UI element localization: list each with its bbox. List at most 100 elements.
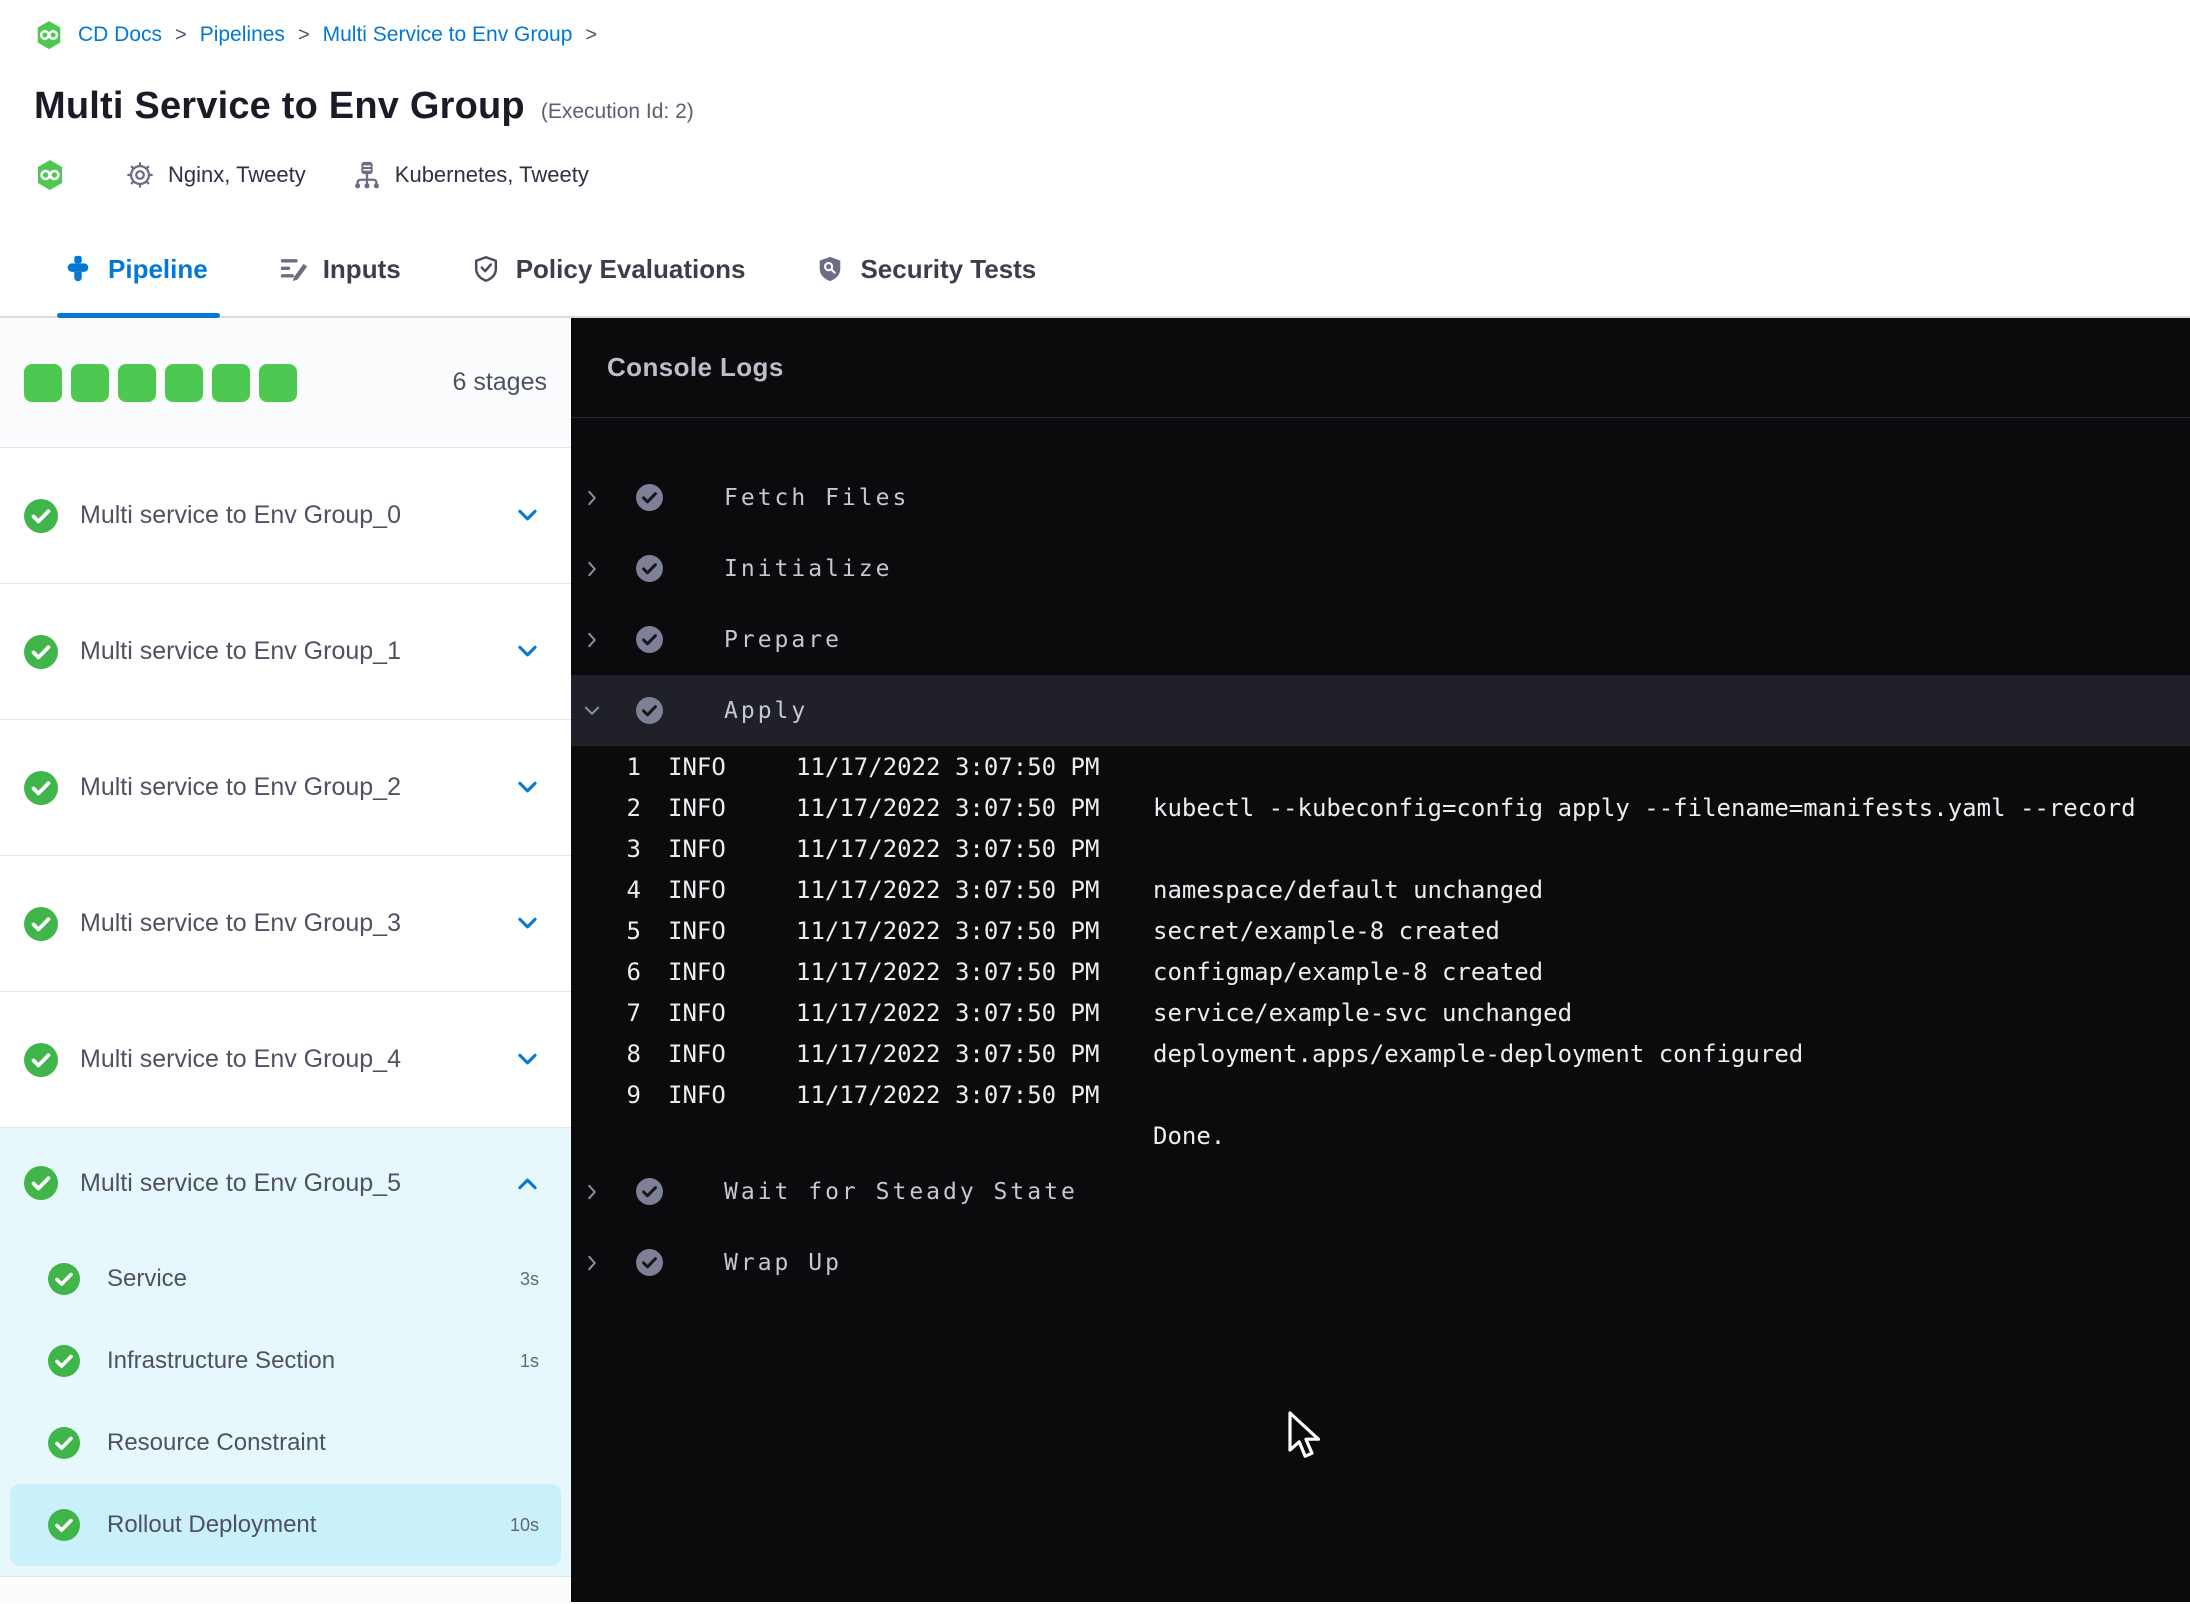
stage-label: Multi service to Env Group_4 — [80, 1045, 401, 1073]
console-step-label: Prepare — [724, 626, 842, 653]
stages-sidebar: 6 stages Multi service to Env Group_0 Mu… — [0, 318, 571, 1602]
log-line-number: 1 — [626, 752, 641, 781]
pipeline-icon — [63, 254, 93, 284]
log-message: Done. — [1153, 1121, 1226, 1150]
breadcrumb-link[interactable]: CD Docs — [78, 23, 162, 47]
stage-row[interactable]: Multi service to Env Group_0 — [0, 448, 571, 584]
tab-label: Policy Evaluations — [515, 253, 746, 284]
breadcrumb-link[interactable]: Multi Service to Env Group — [323, 23, 573, 47]
log-timestamp: 11/17/2022 3:07:50 PM — [796, 957, 1100, 986]
stage-row[interactable]: Multi service to Env Group_3 — [0, 856, 571, 992]
console-body[interactable]: Fetch Files Initialize Prepare Apply 1 INF… — [571, 418, 2190, 1298]
chevron-right-icon[interactable] — [579, 1181, 605, 1203]
console-step-row[interactable]: Initialize — [571, 533, 2190, 604]
policy-evaluations-icon — [471, 254, 501, 284]
chevron-right-icon[interactable] — [579, 1252, 605, 1274]
page-header: CD Docs > Pipelines > Multi Service to Env G… — [0, 0, 2190, 195]
sidebar-filler — [0, 1577, 571, 1602]
console-header: Console Logs — [571, 318, 2190, 418]
chevron-up-icon[interactable] — [514, 1170, 541, 1197]
chevron-right-icon[interactable] — [579, 487, 605, 509]
log-line: 5 INFO 11/17/2022 3:07:50 PM secret/example… — [571, 910, 2190, 951]
log-timestamp: 11/17/2022 3:07:50 PM — [796, 916, 1100, 945]
console-step-row[interactable]: Wait for Steady State — [571, 1156, 2190, 1227]
log-message: deployment.apps/example-deployment confi… — [1153, 1039, 1804, 1068]
log-line: 3 INFO 11/17/2022 3:07:50 PM — [571, 828, 2190, 869]
log-line-number: 5 — [626, 916, 641, 945]
console-logs-panel[interactable]: Console Logs Fetch Files Initialize Prep… — [571, 318, 2190, 1602]
log-message: secret/example-8 created — [1153, 916, 1500, 945]
chevron-down-icon[interactable] — [514, 1046, 541, 1073]
breadcrumb-separator-icon: > — [585, 23, 598, 46]
chevron-down-icon[interactable] — [514, 638, 541, 665]
tab-security-tests[interactable]: Security Tests — [815, 222, 1036, 316]
inputs-icon — [278, 254, 308, 284]
chevron-down-icon[interactable] — [514, 910, 541, 937]
stage-label: Multi service to Env Group_1 — [80, 637, 401, 665]
stage-row[interactable]: Multi service to Env Group_4 — [0, 992, 571, 1128]
log-timestamp: 11/17/2022 3:07:50 PM — [796, 998, 1100, 1027]
log-level: INFO — [668, 834, 726, 863]
success-check-icon — [24, 770, 58, 805]
step-label: Resource Constraint — [107, 1429, 326, 1456]
step-label: Infrastructure Section — [107, 1347, 336, 1374]
log-level: INFO — [668, 1080, 726, 1109]
step-row[interactable]: Rollout Deployment 10s — [10, 1484, 561, 1566]
tab-pipeline[interactable]: Pipeline — [57, 222, 220, 318]
stage-row[interactable]: Multi service to Env Group_2 — [0, 720, 571, 856]
log-line: 6 INFO 11/17/2022 3:07:50 PM configmap/exam… — [571, 951, 2190, 992]
tab-label: Inputs — [322, 253, 401, 284]
breadcrumb-separator-icon: > — [175, 23, 187, 46]
stage-square — [259, 363, 297, 402]
stage-row[interactable]: Multi service to Env Group_5 — [0, 1128, 571, 1238]
step-row[interactable]: Resource Constraint — [0, 1402, 571, 1484]
page-title: Multi Service to Env Group — [34, 85, 525, 127]
cd-module-badge — [34, 159, 79, 191]
console-step-row[interactable]: Wrap Up — [571, 1227, 2190, 1298]
tab-policy-evaluations[interactable]: Policy Evaluations — [471, 222, 746, 316]
success-check-icon — [48, 1263, 80, 1295]
log-timestamp: 11/17/2022 3:07:50 PM — [796, 1080, 1100, 1109]
log-timestamp: 11/17/2022 3:07:50 PM — [796, 793, 1100, 822]
log-timestamp: 11/17/2022 3:07:50 PM — [796, 875, 1100, 904]
environments-label: Kubernetes, Tweety — [394, 162, 589, 187]
console-step-row[interactable]: Prepare — [571, 604, 2190, 675]
stage-label: Multi service to Env Group_3 — [80, 909, 401, 937]
console-step-row[interactable]: Apply — [571, 675, 2190, 746]
cd-module-icon — [34, 159, 66, 191]
success-check-icon — [24, 498, 58, 533]
success-check-icon — [636, 1178, 663, 1205]
cd-module-icon — [34, 20, 64, 50]
security-tests-icon — [815, 254, 845, 284]
log-line-number: 2 — [626, 793, 641, 822]
tab-label: Pipeline — [108, 253, 208, 284]
stage-square — [118, 363, 156, 402]
log-line: Done. — [571, 1115, 2190, 1156]
chevron-down-icon[interactable] — [514, 774, 541, 801]
console-step-row[interactable]: Fetch Files — [571, 462, 2190, 533]
step-row[interactable]: Infrastructure Section 1s — [0, 1320, 571, 1402]
log-message: kubectl --kubeconfig=config apply --file… — [1153, 793, 2136, 822]
breadcrumb-link[interactable]: Pipelines — [200, 23, 285, 47]
stage-row[interactable]: Multi service to Env Group_1 — [0, 584, 571, 720]
log-line-number: 3 — [626, 834, 641, 863]
environments-summary[interactable]: Kubernetes, Tweety — [352, 160, 589, 190]
stage-label: Multi service to Env Group_0 — [80, 501, 401, 529]
stage-count-label: 6 stages — [452, 368, 547, 396]
services-summary[interactable]: Nginx, Tweety — [125, 160, 306, 190]
execution-id: (Execution Id: 2) — [540, 100, 694, 123]
tab-bar: Pipeline Inputs Policy Evaluations Secur… — [0, 222, 2190, 318]
chevron-right-icon[interactable] — [579, 558, 605, 580]
console-step-label: Wrap Up — [724, 1249, 842, 1276]
chevron-down-icon[interactable] — [514, 502, 541, 529]
success-check-icon — [48, 1509, 80, 1541]
step-label: Rollout Deployment — [107, 1511, 317, 1538]
chevron-down-icon[interactable] — [579, 700, 605, 722]
step-row[interactable]: Service 3s — [0, 1238, 571, 1320]
console-step-label: Apply — [724, 697, 809, 724]
log-message: configmap/example-8 created — [1153, 957, 1544, 986]
chevron-right-icon[interactable] — [579, 629, 605, 651]
step-duration: 10s — [509, 1514, 539, 1535]
tab-inputs[interactable]: Inputs — [278, 222, 401, 316]
step-label: Service — [107, 1265, 188, 1292]
